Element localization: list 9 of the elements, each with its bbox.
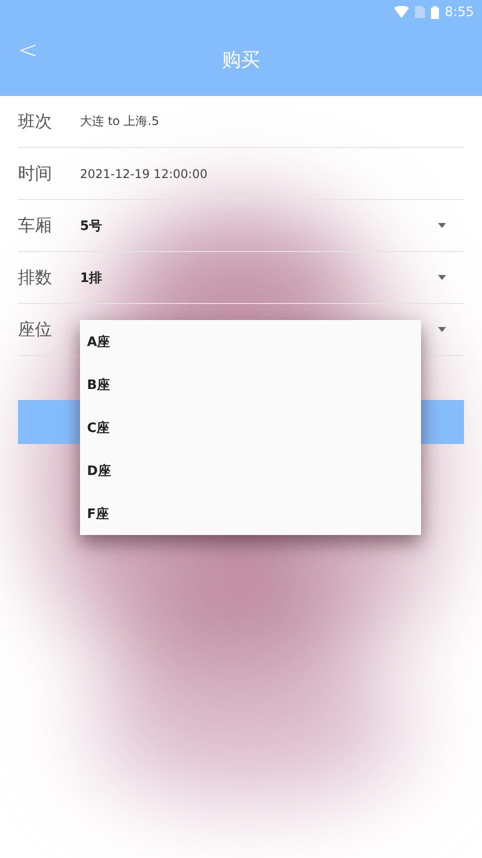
field-label: 班次 [18, 111, 53, 133]
field-label: 排数 [18, 267, 53, 289]
field-label: 时间 [18, 163, 53, 185]
field-value: 大连 to 上海.5 [80, 113, 160, 130]
field-label: 座位 [18, 319, 53, 341]
page-title: 购买 [222, 48, 260, 73]
field-label: 车厢 [18, 215, 53, 237]
field-value: 2021-12-19 12:00:00 [80, 166, 208, 180]
status-time: 8:55 [444, 4, 474, 20]
